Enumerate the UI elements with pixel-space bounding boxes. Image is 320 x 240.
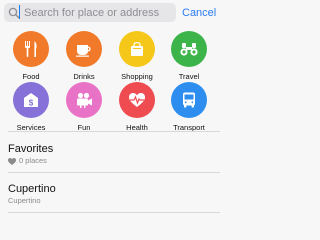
binoculars-icon: [180, 43, 198, 56]
category-label: Food: [22, 72, 40, 81]
search-input[interactable]: [21, 4, 174, 21]
category-drinks[interactable]: Drinks: [57, 31, 111, 81]
category-label: Travel: [178, 72, 200, 81]
search-bar: Cancel: [0, 0, 220, 26]
divider: [8, 212, 220, 213]
shopping-circle: [119, 31, 155, 67]
fun-circle: [66, 82, 102, 118]
heart-icon: [8, 157, 16, 165]
building-dollar-icon: $: [24, 93, 38, 108]
search-field[interactable]: [4, 3, 176, 22]
category-shopping[interactable]: Shopping: [110, 31, 164, 81]
category-label: Drinks: [73, 72, 95, 81]
movie-camera-icon: [77, 92, 92, 108]
drinks-circle: [66, 31, 102, 67]
text-cursor: [19, 5, 20, 19]
fork-knife-icon: [25, 41, 37, 57]
cancel-button[interactable]: Cancel: [182, 4, 216, 22]
transport-circle: [171, 82, 207, 118]
health-circle: [119, 82, 155, 118]
category-fun[interactable]: Fun: [57, 82, 111, 132]
shopping-bag-icon: [131, 41, 143, 56]
category-grid: Food Drinks Shopping Travel $ Services F…: [0, 26, 220, 132]
svg-text:$: $: [29, 99, 34, 108]
heart-pulse-icon: [129, 93, 145, 107]
services-circle: $: [13, 82, 49, 118]
category-transport[interactable]: Transport: [162, 82, 216, 132]
recent-row-cupertino[interactable]: Cupertino Cupertino: [8, 183, 220, 206]
recent-title: Cupertino: [8, 183, 56, 195]
favorites-title: Favorites: [8, 143, 54, 155]
divider: [8, 131, 220, 132]
favorites-count: 0 places: [19, 156, 47, 165]
category-health[interactable]: Health: [110, 82, 164, 132]
travel-circle: [171, 31, 207, 67]
category-label: Shopping: [121, 72, 153, 81]
favorites-row[interactable]: Favorites 0 places: [8, 143, 220, 166]
food-circle: [13, 31, 49, 67]
favorites-subtitle: 0 places: [8, 156, 220, 166]
bus-icon: [183, 92, 195, 108]
recent-subtitle: Cupertino: [8, 196, 41, 205]
divider: [8, 172, 220, 173]
coffee-cup-icon: [76, 45, 91, 57]
category-services[interactable]: $ Services: [4, 82, 58, 132]
category-food[interactable]: Food: [4, 31, 58, 81]
category-travel[interactable]: Travel: [162, 31, 216, 81]
